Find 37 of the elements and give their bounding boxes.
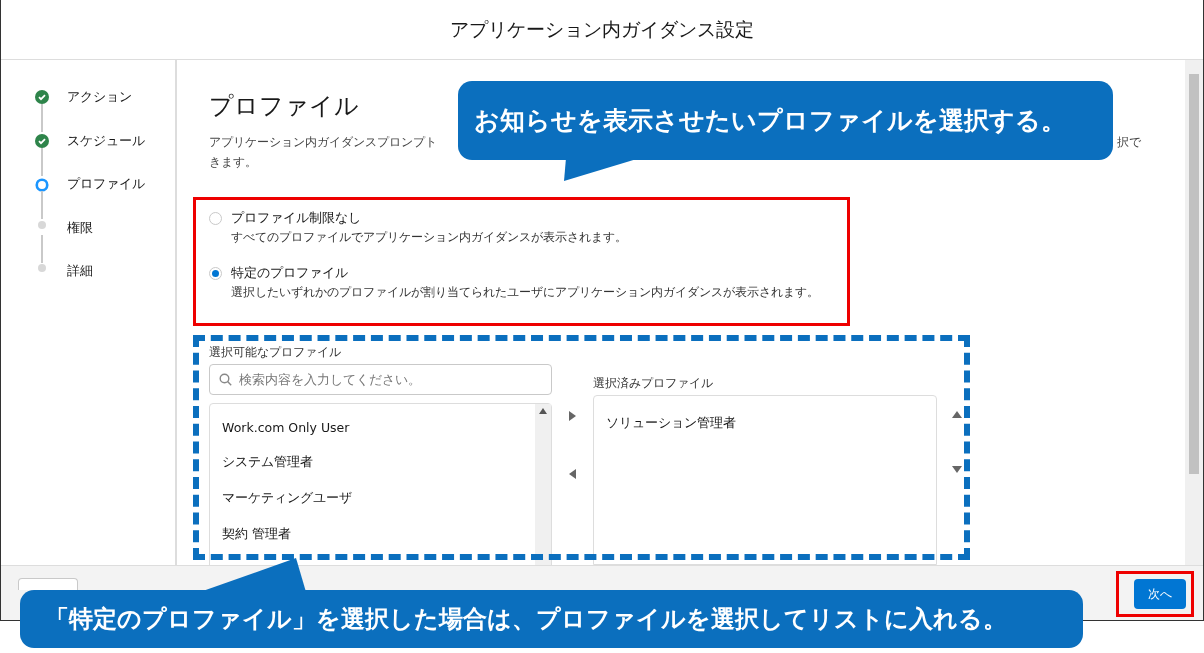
- step-label[interactable]: プロファイル: [67, 175, 145, 193]
- description-text: 択で: [1117, 134, 1141, 151]
- search-field[interactable]: 検索内容を入力してください。: [209, 364, 552, 395]
- list-option[interactable]: マーケティングユーザ: [222, 490, 535, 507]
- scrollbar[interactable]: [1185, 60, 1203, 565]
- description-text: アプリケーション内ガイダンスプロンプト: [209, 134, 437, 151]
- check-icon: [35, 133, 49, 148]
- scroll-up-icon[interactable]: [539, 408, 547, 414]
- step-dot-icon: [38, 264, 46, 272]
- current-step-icon: [35, 177, 49, 193]
- step-label[interactable]: アクション: [67, 88, 132, 106]
- next-button[interactable]: 次へ: [1134, 579, 1186, 609]
- list-label: 選択済みプロファイル: [593, 376, 714, 391]
- option-help-text: すべてのプロファイルでアプリケーション内ガイダンスが表示されます。: [231, 230, 627, 245]
- move-right-icon[interactable]: [569, 411, 576, 421]
- radio-button[interactable]: [209, 267, 222, 280]
- window-title: アプリケーション内ガイダンス設定: [450, 16, 754, 42]
- list-option[interactable]: 契約 管理者: [222, 526, 535, 543]
- option-label: 特定のプロファイル: [231, 264, 349, 282]
- description-text: きます。: [209, 154, 257, 171]
- list-option[interactable]: ソリューション管理者: [606, 415, 736, 430]
- move-down-icon[interactable]: [952, 466, 962, 473]
- step-dot-icon: [38, 220, 46, 229]
- option-label: プロファイル制限なし: [231, 209, 362, 227]
- move-up-icon[interactable]: [952, 411, 962, 418]
- step-label[interactable]: スケジュール: [67, 131, 145, 150]
- step-label[interactable]: 権限: [67, 218, 93, 237]
- move-left-icon[interactable]: [569, 469, 576, 479]
- option-help-text: 選択したいずれかのプロファイルが割り当てられたユーザにアプリケーション内ガイダンスが表示されます。: [231, 285, 819, 300]
- search-icon: [219, 373, 232, 386]
- list-label: 選択可能なプロファイル: [209, 345, 342, 360]
- check-icon: [35, 90, 49, 104]
- section-title: プロファイル: [209, 91, 359, 122]
- list-option[interactable]: システム管理者: [222, 454, 535, 471]
- step-label[interactable]: 詳細: [67, 262, 93, 280]
- radio-button[interactable]: [209, 212, 222, 225]
- list-option[interactable]: Work.com Only User: [222, 420, 535, 435]
